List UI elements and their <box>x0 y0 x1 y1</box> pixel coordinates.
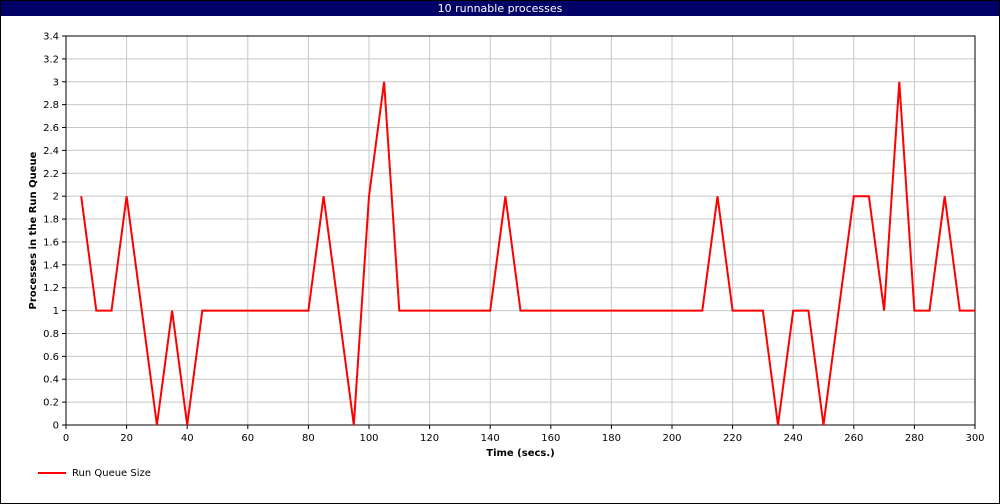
legend: Run Queue Size <box>38 467 151 479</box>
axis-ticks: 0 20 40 60 80 100 120 140 160 180 200 220 240 260 280 3… <box>43 32 984 445</box>
x-tick-label: 300 <box>965 433 984 444</box>
x-tick-label: 40 <box>181 433 194 444</box>
y-tick-label: 3.2 <box>43 54 59 65</box>
y-tick-label: 3 <box>53 77 59 88</box>
x-tick-label: 260 <box>844 433 863 444</box>
x-tick-label: 220 <box>723 433 742 444</box>
y-tick-label: 1.2 <box>43 283 59 294</box>
x-tick-label: 240 <box>784 433 803 444</box>
grid-lines <box>65 35 976 426</box>
x-tick-label: 200 <box>662 433 681 444</box>
series-layer <box>80 81 975 426</box>
y-tick-label: 2.6 <box>43 123 59 134</box>
x-tick-label: 280 <box>905 433 924 444</box>
x-tick-label: 160 <box>541 433 560 444</box>
run-queue-line-chart: 0 20 40 60 80 100 120 140 160 180 200 220 240 260 280 3… <box>28 32 985 460</box>
y-tick-label: 2 <box>53 192 59 203</box>
y-tick-label: 2.2 <box>43 169 59 180</box>
y-tick-label: 0.2 <box>43 398 59 409</box>
x-axis-label: Time (secs.) <box>486 448 555 459</box>
y-tick-label: 0.8 <box>43 329 59 340</box>
x-tick-label: 20 <box>120 433 133 444</box>
y-tick-label: 1.4 <box>43 260 59 271</box>
y-axis-label: Processes in the Run Queue <box>28 151 39 309</box>
y-tick-label: 0.4 <box>43 375 59 386</box>
x-tick-label: 80 <box>302 433 315 444</box>
x-tick-label: 100 <box>359 433 378 444</box>
legend-swatch <box>38 472 66 474</box>
y-tick-label: 2.4 <box>43 146 59 157</box>
plot-area <box>65 35 976 426</box>
y-tick-label: 1.6 <box>43 237 59 248</box>
y-tick-label: 1 <box>53 306 59 317</box>
y-tick-label: 0 <box>53 421 59 432</box>
y-tick-label: 1.8 <box>43 215 59 226</box>
series-line-run-queue-size <box>80 81 975 426</box>
x-tick-label: 60 <box>241 433 254 444</box>
y-tick-label: 2.8 <box>43 100 59 111</box>
x-tick-label: 0 <box>63 433 69 444</box>
y-tick-label: 0.6 <box>43 352 59 363</box>
legend-label: Run Queue Size <box>72 467 151 479</box>
y-tick-label: 3.4 <box>43 32 59 43</box>
x-tick-label: 140 <box>481 433 500 444</box>
x-tick-label: 120 <box>420 433 439 444</box>
x-tick-label: 180 <box>602 433 621 444</box>
